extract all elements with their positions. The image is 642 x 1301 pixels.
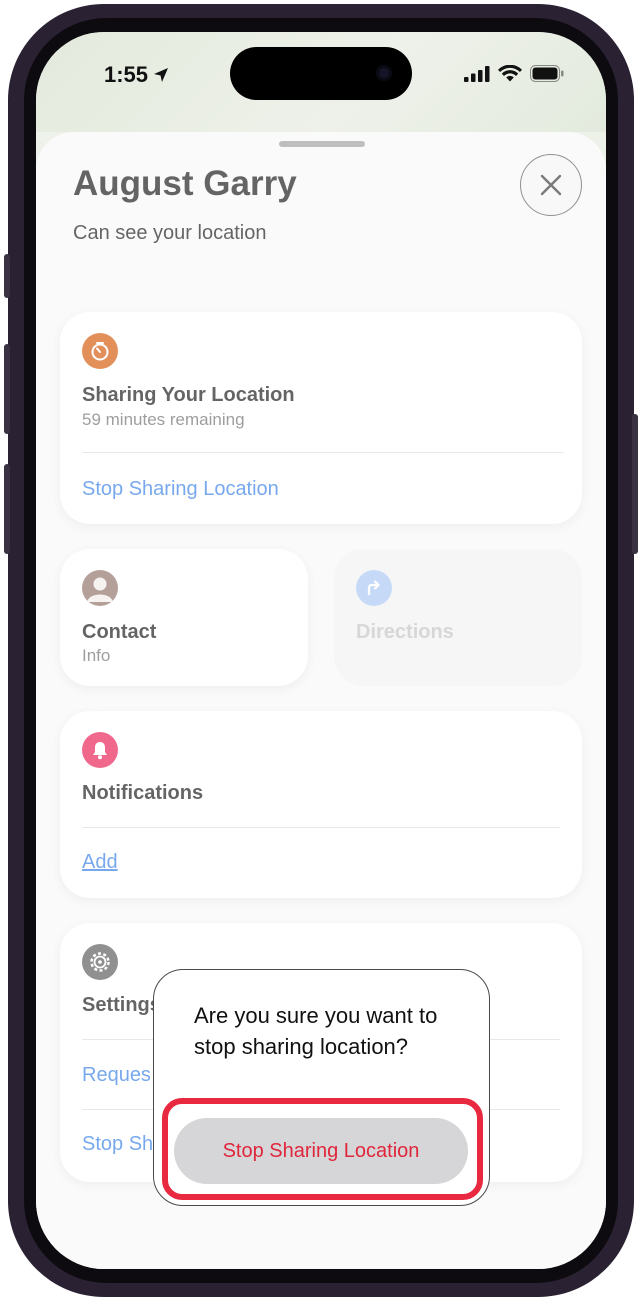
power-button xyxy=(632,414,638,554)
cellular-signal-icon xyxy=(464,65,490,82)
action-button xyxy=(4,254,10,298)
battery-icon xyxy=(530,65,564,82)
dynamic-island xyxy=(230,47,412,100)
status-icons xyxy=(464,65,564,82)
front-camera xyxy=(376,65,392,81)
volume-up-button xyxy=(4,344,10,434)
status-time: 1:55 xyxy=(104,62,170,88)
highlight-box xyxy=(162,1098,483,1200)
wifi-icon xyxy=(498,65,522,82)
volume-down-button xyxy=(4,464,10,554)
screen: 1:55 August Garry Can see your location xyxy=(36,32,606,1269)
status-time-text: 1:55 xyxy=(104,62,149,87)
confirm-message: Are you sure you want to stop sharing lo… xyxy=(194,1003,438,1059)
location-arrow-icon xyxy=(154,68,169,82)
